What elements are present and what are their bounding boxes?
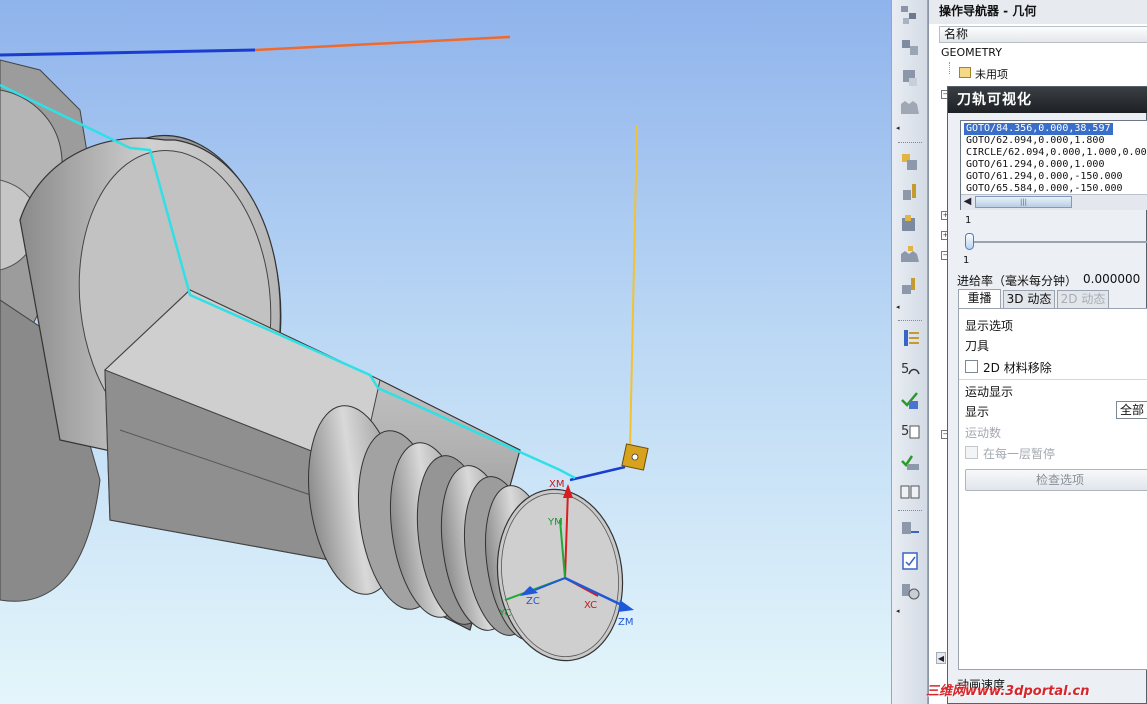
cl-line[interactable]: GOTO/62.094,0.000,1.800 [964,135,1106,147]
create-method-icon[interactable] [899,244,921,266]
tab-2d-dynamic[interactable]: 2D 动态 [1057,290,1109,308]
motion-display-header[interactable]: 运动显示 [965,383,1013,400]
replay-toolpath-icon[interactable]: 5 [899,358,921,380]
feed-rate-label: 进给率（毫米每分钟） [957,274,1078,288]
navigator-scroll-left-icon[interactable]: ◀ [936,652,946,664]
material-removal-2d-label: 2D 材料移除 [983,361,1052,375]
verify-toolpath-icon[interactable] [899,389,921,411]
cl-line[interactable]: CIRCLE/62.094,0.000,1.000,0.000 [964,147,1147,159]
pause-each-layer-checkbox[interactable] [965,446,978,459]
axis-label-xc: XC [584,600,597,611]
cl-line[interactable]: GOTO/61.294,0.000,-150.000 [964,171,1125,183]
cl-list-horizontal-scrollbar[interactable]: ◀ ||| [961,194,1147,210]
toolbar-more-icon-2[interactable]: ◂ [896,303,900,311]
show-label: 显示 [965,405,990,419]
geometry-view-icon[interactable] [899,66,921,88]
scroll-thumb[interactable]: ||| [975,196,1072,208]
machining-method-view-icon[interactable] [899,96,921,118]
list-toolpath-icon[interactable]: 5 [899,420,921,442]
material-removal-2d-checkbox[interactable] [965,360,978,373]
slider-top-value: 1 [965,215,972,226]
dialog-title[interactable]: 刀轨可视化 [948,87,1147,113]
axis-label-ym: YM [547,517,563,528]
postprocess-icon[interactable] [899,482,921,504]
feed-rate-value: 0.000000 [1083,272,1141,286]
create-tool-icon[interactable] [899,182,921,204]
toolpath-visualization-dialog: 刀轨可视化 GOTO/84.356,0.000,38.597 GOTO/62.0… [947,86,1147,704]
tab-replay[interactable]: 重播 [958,289,1001,309]
create-operation-icon[interactable] [899,275,921,297]
watermark-text: 三维网www.3dportal.cn [926,684,1090,699]
tool-insert [621,124,649,471]
tool-label: 刀具 [965,339,990,353]
operation-toolbar: ◂ ◂ 5 5 ◂ [891,0,928,704]
machine-control-icon[interactable] [899,451,921,473]
motion-count-label: 运动数 [965,426,1002,440]
axis-label-zc: ZC [526,596,540,607]
toolbar-separator [898,142,922,143]
navigator-title: 操作导航器 - 几何 [929,0,1147,24]
axis-label-zm: ZM [618,617,633,628]
group-divider [959,379,1147,380]
tab-3d-dynamic[interactable]: 3D 动态 [1003,290,1055,308]
slider-bottom-value: 1 [963,255,970,266]
svg-text:5: 5 [901,424,909,439]
folder-icon [959,67,971,78]
cl-line[interactable]: GOTO/61.294,0.000,1.000 [964,159,1106,171]
svg-text:5: 5 [901,362,909,377]
check-options-button[interactable]: 检查选项 [965,469,1147,491]
toolbar-more-icon-3[interactable]: ◂ [896,607,900,615]
generate-toolpath-icon[interactable] [899,327,921,349]
cl-line[interactable]: GOTO/84.356,0.000,38.597 [964,123,1113,135]
tree-item-unused[interactable]: 未用项 [975,66,1008,82]
machine-tool-view-icon[interactable] [899,36,921,58]
output-cls-icon[interactable] [899,550,921,572]
create-program-icon[interactable] [899,151,921,173]
graphics-viewport[interactable]: XM YM ZC YC XC ZM [0,0,891,704]
toolbar-separator [898,510,922,511]
toolbar-more-icon[interactable]: ◂ [896,124,900,132]
create-geometry-icon[interactable] [899,213,921,235]
time-estimate-icon[interactable] [899,580,921,602]
motion-slider-thumb[interactable] [965,233,974,250]
scroll-left-icon[interactable]: ◀ [961,196,974,209]
pause-each-layer-label: 在每一层暂停 [983,447,1056,461]
show-dropdown[interactable]: 全部 [1116,401,1147,419]
program-order-view-icon[interactable] [899,4,921,26]
shop-doc-icon[interactable] [899,518,921,540]
tree-item-geometry[interactable]: GEOMETRY [941,46,1002,59]
replay-tab-panel: 显示选项 刀具 2D 材料移除 运动显示 显示 全部 运动数 在每一层暂停 检查… [958,308,1147,670]
display-options-header[interactable]: 显示选项 [965,317,1013,334]
column-header-name[interactable]: 名称 [939,26,1147,43]
tree-connector [949,62,950,74]
axis-label-yc: YC [498,608,512,619]
toolbar-separator [898,320,922,321]
axis-label-xm: XM [549,479,564,490]
motion-slider-track[interactable] [968,241,1147,243]
part-model-view[interactable]: XM YM ZC YC XC ZM [0,0,891,704]
